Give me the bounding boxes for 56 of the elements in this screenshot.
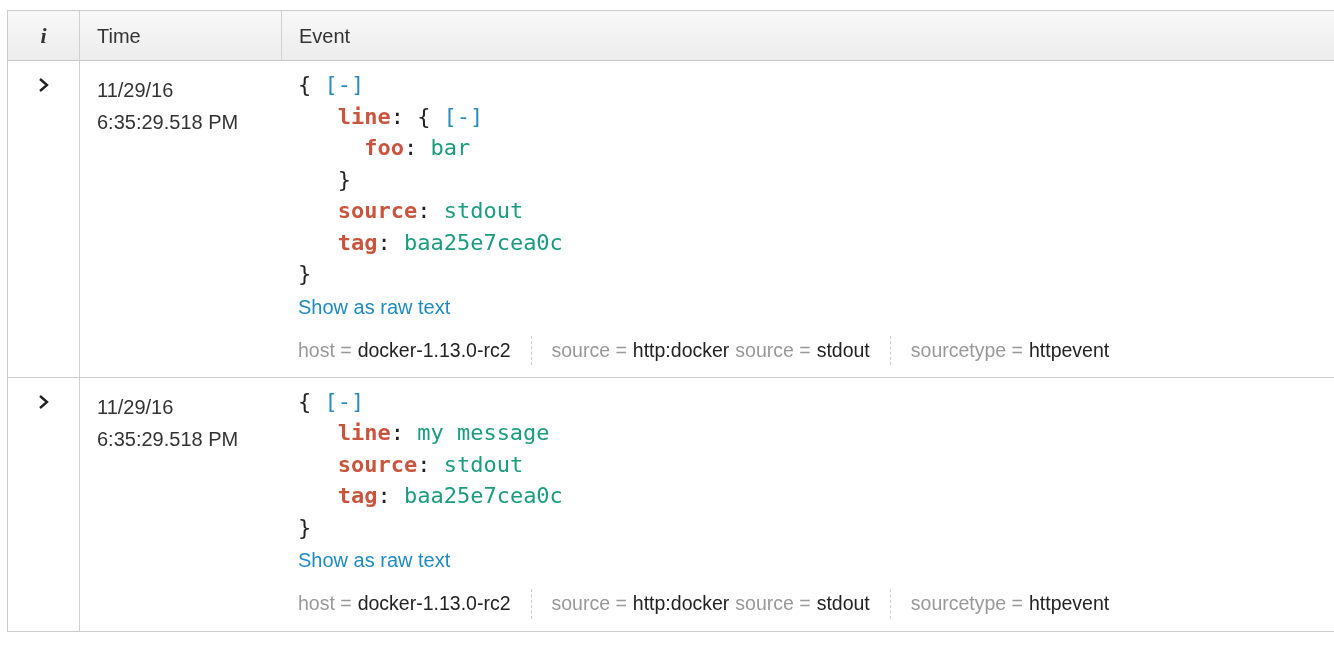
info-column-header: i (40, 22, 47, 50)
meta-field-name: sourcetype = (910, 591, 1023, 617)
close-brace: } (298, 260, 312, 288)
meta-field-name: host = (298, 591, 352, 617)
chevron-right-icon[interactable] (37, 77, 50, 93)
event-date: 11/29/16 (97, 394, 175, 420)
field-separator: : (417, 197, 431, 225)
field-key: line (337, 100, 391, 132)
close-brace: } (337, 165, 351, 194)
field-separator: : (390, 419, 404, 448)
meta-field-value[interactable]: httpevent (1029, 589, 1110, 619)
field-key: line (337, 417, 391, 449)
meta-field-name: source = (551, 591, 627, 617)
field-value: stdout (443, 450, 524, 479)
meta-field-value[interactable]: stdout (816, 589, 870, 619)
meta-field-name: source = (735, 591, 811, 617)
field-separator: : (390, 102, 404, 131)
chevron-right-icon[interactable] (37, 393, 50, 410)
column-header: Time (96, 23, 141, 49)
show-raw-text-link[interactable]: Show as raw text (298, 545, 451, 576)
meta-field-name: host = (298, 337, 352, 363)
collapse-toggle[interactable]: [-] (324, 69, 365, 101)
field-key: source (337, 195, 418, 227)
open-brace: { (298, 387, 312, 416)
field-separator: : (377, 228, 391, 257)
open-brace: { (417, 102, 431, 131)
field-value: stdout (443, 197, 524, 225)
field-key: foo (364, 132, 404, 164)
field-value: baa25e7cea0c (403, 482, 563, 511)
meta-field-value[interactable]: docker-1.13.0-rc2 (357, 335, 511, 365)
meta-field-name: source = (735, 337, 811, 363)
event-time: 6:35:29.518 PM (97, 426, 240, 452)
meta-field-value[interactable]: http:docker (632, 335, 730, 365)
close-brace: } (298, 513, 312, 542)
meta-field-name: sourcetype = (910, 337, 1023, 363)
field-value: baa25e7cea0c (403, 228, 563, 257)
field-key: tag (337, 480, 378, 512)
field-key: source (337, 448, 418, 481)
meta-field-value[interactable]: stdout (816, 335, 870, 365)
field-key: tag (337, 226, 378, 258)
meta-field-value[interactable]: docker-1.13.0-rc2 (357, 589, 511, 619)
event-time: 6:35:29.518 PM (97, 110, 240, 135)
collapse-toggle[interactable]: [-] (324, 385, 365, 418)
event-date: 11/29/16 (97, 78, 175, 103)
collapse-toggle[interactable]: [-] (443, 100, 484, 132)
show-raw-text-link[interactable]: Show as raw text (298, 291, 451, 322)
meta-field-value[interactable]: http:docker (632, 589, 730, 619)
column-header: Event (298, 23, 351, 49)
open-brace: { (298, 71, 312, 99)
field-separator: : (417, 450, 431, 479)
field-separator: : (377, 482, 391, 511)
meta-field-name: source = (551, 337, 627, 363)
field-value: bar (430, 134, 471, 162)
field-value: my message (417, 419, 550, 448)
field-separator: : (403, 134, 418, 162)
meta-field-value[interactable]: httpevent (1029, 335, 1110, 365)
